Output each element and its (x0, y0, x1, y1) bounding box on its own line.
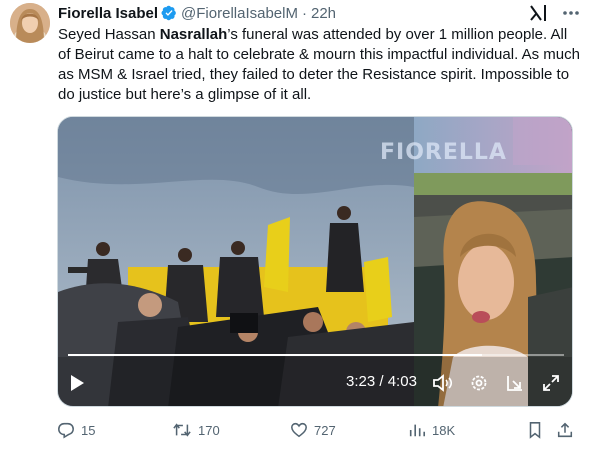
video-duration: 4:03 (387, 373, 417, 390)
repost-icon (173, 423, 191, 437)
video-time: 3:23 / 4:03 (346, 373, 417, 390)
repost-count: 170 (198, 422, 220, 438)
tweet-text-part: Seyed Hassan (58, 26, 160, 43)
volume-icon[interactable] (432, 372, 454, 394)
like-icon (291, 422, 307, 438)
fullscreen-icon[interactable] (540, 372, 562, 394)
play-icon[interactable] (66, 372, 88, 394)
bookmark-button[interactable] (526, 420, 550, 440)
video-watermark: FIORELLA (380, 140, 507, 165)
author-handle[interactable]: @FiorellaIsabelM (181, 5, 298, 22)
repost-button[interactable]: 170 (172, 420, 220, 440)
video-time-separator: / (379, 373, 384, 390)
video-progress-fill (68, 354, 483, 356)
avatar[interactable] (10, 3, 50, 43)
video-progress-bar[interactable] (68, 354, 564, 356)
tweet-header: Fiorella Isabel @FiorellaIsabelM · 22h (58, 3, 336, 23)
share-icon (557, 422, 573, 438)
separator-dot: · (301, 4, 307, 22)
views-icon (409, 424, 426, 437)
verified-badge-icon (161, 5, 177, 21)
share-button[interactable] (556, 420, 580, 440)
views-count: 18K (432, 422, 456, 438)
reply-button[interactable]: 15 (57, 420, 95, 440)
tweet: Fiorella Isabel @FiorellaIsabelM · 22h S… (0, 0, 590, 461)
grok-icon[interactable] (527, 2, 549, 24)
tweet-actions: 15 170 727 18K (0, 412, 590, 448)
video-current-time: 3:23 (346, 373, 376, 390)
tweet-text-bold: Nasrallah (159, 26, 228, 43)
like-button[interactable]: 727 (290, 420, 336, 440)
views-button[interactable]: 18K (408, 420, 455, 440)
timestamp[interactable]: 22h (311, 5, 336, 22)
reply-icon (58, 422, 74, 439)
tweet-text: Seyed Hassan Nasrallah’s funeral was att… (58, 25, 582, 105)
reply-count: 15 (81, 422, 96, 438)
bookmark-icon (529, 422, 541, 439)
like-count: 727 (314, 422, 336, 438)
author-name[interactable]: Fiorella Isabel (58, 5, 158, 22)
more-icon[interactable] (560, 3, 582, 23)
picture-in-picture-icon[interactable] (504, 372, 526, 394)
video-player[interactable]: FIORELLA 3:23 / 4:03 (57, 116, 573, 407)
settings-icon[interactable] (468, 372, 490, 394)
